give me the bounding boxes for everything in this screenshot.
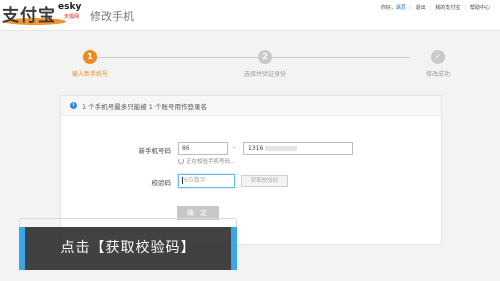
user-name-link[interactable]: 飒荔 xyxy=(396,5,406,11)
checking-status: 正在校验手机号码... xyxy=(178,157,235,165)
phone-value: 1316 xyxy=(248,145,264,152)
step-3: ✓ 修改成功 xyxy=(398,50,478,78)
notice-bar: i 1 个手机号最多只能被 1 个账号用作登录名 xyxy=(61,96,441,116)
info-icon: i xyxy=(70,102,77,109)
code-label: 校验码 xyxy=(151,179,172,187)
step-number: 2 xyxy=(258,50,272,64)
text-caret xyxy=(182,177,183,184)
help-center-link[interactable]: 帮助中心 xyxy=(466,4,494,11)
check-icon: ✓ xyxy=(431,50,445,64)
my-alipay-link[interactable]: 我的支付宝 xyxy=(431,4,464,11)
watermark-subtext: 天极网 xyxy=(64,14,80,20)
step-2: 2 选择并验证身份 xyxy=(225,50,305,78)
caption-text: 点击【获取校验码】 xyxy=(60,240,196,256)
logo-text: 支付宝 xyxy=(2,6,56,26)
step-label: 修改成功 xyxy=(425,71,450,78)
progress-steps: 1 输入新手机号 2 选择并验证身份 ✓ 修改成功 xyxy=(60,45,460,78)
header-divider xyxy=(0,30,500,31)
verification-code-input[interactable]: 6位数字 xyxy=(178,174,235,188)
logout-link[interactable]: 退出 xyxy=(412,4,430,11)
checking-text: 正在校验手机号码... xyxy=(186,159,236,165)
page-title: 修改手机 xyxy=(90,10,134,23)
notice-text: 1 个手机号最多只能被 1 个账号用作登录名 xyxy=(82,102,207,111)
redacted-digits xyxy=(265,146,298,151)
step-label: 输入新手机号 xyxy=(71,71,108,78)
caption-accent-right xyxy=(231,227,237,270)
top-bar: 支付宝 esky 天极网 修改手机 你好，飒荔 | 退出 | 我的支付宝 | 帮… xyxy=(0,0,500,30)
step-1: 1 输入新手机号 xyxy=(50,50,130,78)
alipay-logo[interactable]: 支付宝 esky 天极网 xyxy=(2,1,88,27)
greeting-text: 你好，飒荔 xyxy=(380,5,406,11)
loading-icon xyxy=(178,158,184,164)
tutorial-caption: 点击【获取校验码】 xyxy=(19,227,237,270)
watermark-text: esky xyxy=(58,2,82,12)
step-number: 1 xyxy=(83,50,97,64)
country-code-select[interactable]: 86 xyxy=(178,142,228,155)
code-placeholder: 6位数字 xyxy=(184,177,206,184)
step-label: 选择并验证身份 xyxy=(243,71,286,78)
phone-label: 新手机号码 xyxy=(138,147,172,155)
phone-input[interactable]: 1316 xyxy=(243,142,353,155)
dash: - xyxy=(233,144,236,152)
top-links: 你好，飒荔 | 退出 | 我的支付宝 | 帮助中心 xyxy=(377,4,494,12)
get-code-button[interactable]: 获取校验码 xyxy=(241,175,288,187)
